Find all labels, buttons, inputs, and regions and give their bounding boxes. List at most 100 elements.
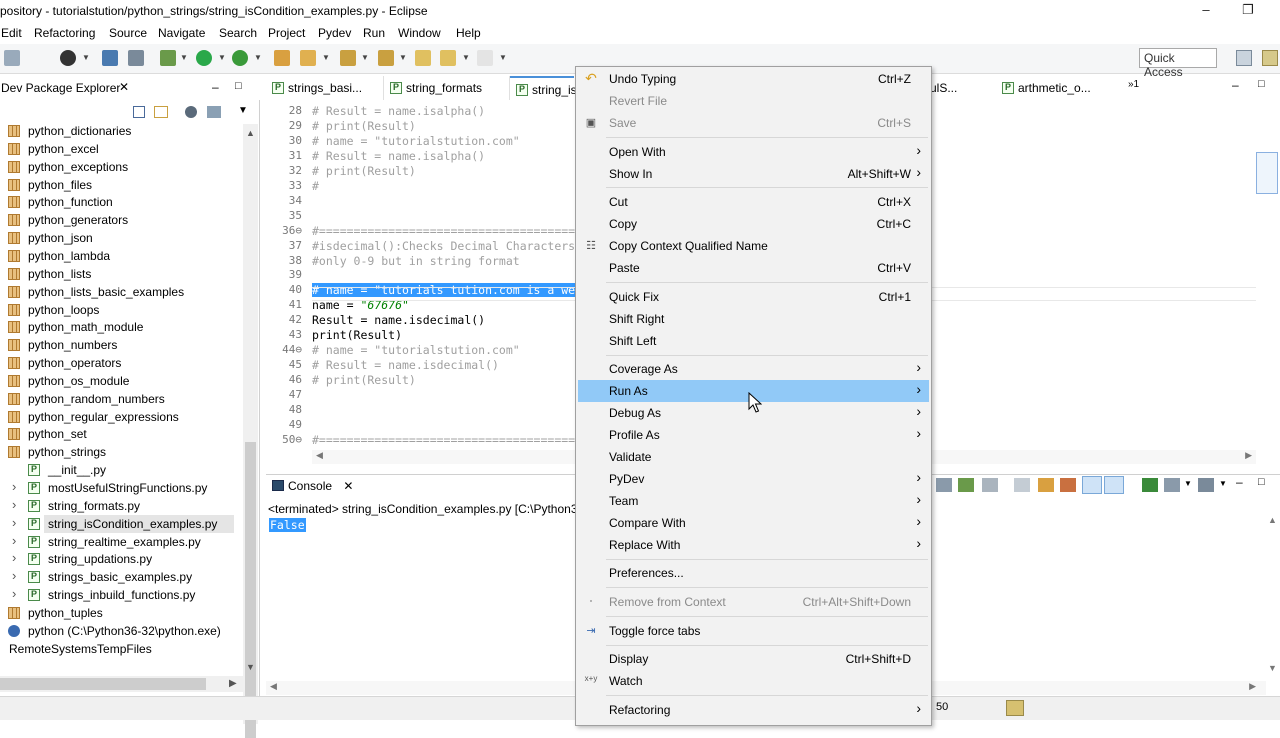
tree-item[interactable]: python_operators: [0, 354, 244, 372]
tree-item[interactable]: python_random_numbers: [0, 390, 244, 408]
menu-source[interactable]: Source: [109, 26, 147, 40]
tree-item[interactable]: › string_updations.py: [0, 550, 244, 568]
show-stderr-icon[interactable]: [1060, 478, 1076, 492]
restore-icon[interactable]: ❐: [1238, 2, 1258, 20]
code-line[interactable]: #only 0-9 but in string format: [312, 254, 520, 268]
chevron-down-icon[interactable]: ▼: [1219, 479, 1227, 488]
code-line[interactable]: #=======================================…: [312, 433, 610, 447]
tree-item[interactable]: python (C:\Python36-32\python.exe): [0, 622, 244, 640]
chevron-right-icon[interactable]: ›: [12, 568, 16, 583]
menu-item-paste[interactable]: Paste Ctrl+V: [578, 257, 929, 279]
scroll-up-icon[interactable]: ▲: [1268, 515, 1277, 525]
code-line[interactable]: #isdecimal():Checks Decimal Characters: [312, 239, 575, 253]
chevron-right-icon[interactable]: ›: [12, 533, 16, 548]
tree-item[interactable]: python_dictionaries: [0, 122, 244, 140]
package-icon[interactable]: [128, 50, 144, 66]
pin-console-icon[interactable]: [1104, 476, 1124, 494]
menu-item-shift-left[interactable]: Shift Left: [578, 330, 929, 352]
scroll-right-icon[interactable]: ▶: [1245, 450, 1252, 461]
menu-item-revert-file[interactable]: Revert File: [578, 90, 929, 112]
coverage-icon[interactable]: [232, 50, 248, 66]
scroll-right-icon[interactable]: ▶: [1249, 681, 1256, 692]
tree-item[interactable]: python_lists_basic_examples: [0, 283, 244, 301]
chevron-right-icon[interactable]: ›: [12, 479, 16, 494]
code-line[interactable]: # name = "tutorialstution.com": [312, 134, 520, 148]
chevron-right-icon[interactable]: ›: [12, 515, 16, 530]
last-edit-icon[interactable]: [415, 50, 431, 66]
chevron-down-icon[interactable]: ▼: [180, 53, 188, 62]
tab-string-iscondition[interactable]: string_is: [510, 76, 577, 100]
chevron-down-icon[interactable]: ▼: [399, 53, 407, 62]
link-editor-icon[interactable]: [154, 106, 168, 118]
menu-item-undo-typing[interactable]: ↶ Undo Typing Ctrl+Z: [578, 68, 929, 90]
pydev-icon[interactable]: [60, 50, 76, 66]
menu-item-shift-right[interactable]: Shift Right: [578, 308, 929, 330]
forward-icon[interactable]: [477, 50, 493, 66]
menu-item-pydev[interactable]: PyDev ›: [578, 468, 929, 490]
collapse-all-icon[interactable]: [133, 106, 145, 118]
minimize-view-icon[interactable]: –: [1236, 475, 1243, 489]
menu-item-preferences[interactable]: Preferences...: [578, 562, 929, 584]
code-line[interactable]: #=======================================…: [312, 224, 610, 238]
back-icon[interactable]: [440, 50, 456, 66]
menu-item-remove-from-context[interactable]: ‧ Remove from Context Ctrl+Alt+Shift+Down: [578, 591, 929, 613]
maximize-editor-icon[interactable]: □: [1258, 78, 1265, 90]
new-console-icon[interactable]: [1198, 478, 1214, 492]
chevron-right-icon[interactable]: ›: [12, 586, 16, 601]
prev-annotation-icon[interactable]: [378, 50, 394, 66]
pydev-perspective-icon[interactable]: [1262, 50, 1278, 66]
pencil-icon[interactable]: [300, 50, 316, 66]
chevron-right-icon[interactable]: ›: [12, 550, 16, 565]
terminal-icon[interactable]: [102, 50, 118, 66]
tree-item[interactable]: python_tuples: [0, 604, 244, 622]
chevron-down-icon[interactable]: ▼: [218, 53, 226, 62]
menu-item-copy[interactable]: Copy Ctrl+C: [578, 213, 929, 235]
minimize-view-icon[interactable]: –: [212, 80, 219, 94]
menu-item-show-in[interactable]: Show In Alt+Shift+W ›: [578, 163, 929, 185]
menu-navigate[interactable]: Navigate: [158, 26, 205, 40]
tree-item[interactable]: › mostUsefulStringFunctions.py: [0, 479, 244, 497]
menu-help[interactable]: Help: [456, 26, 481, 40]
menu-window[interactable]: Window: [398, 26, 441, 40]
word-wrap-icon[interactable]: [1082, 476, 1102, 494]
code-line[interactable]: Result = name.isdecimal(): [312, 313, 485, 327]
show-stdout-icon[interactable]: [1038, 478, 1054, 492]
tree-item[interactable]: python_function: [0, 193, 244, 211]
tree-item[interactable]: python_exceptions: [0, 158, 244, 176]
tree-item[interactable]: python_excel: [0, 140, 244, 158]
code-line[interactable]: # Result = name.isalpha(): [312, 104, 485, 118]
menu-item-coverage-as[interactable]: Coverage As ›: [578, 358, 929, 380]
menu-item-quick-fix[interactable]: Quick Fix Ctrl+1: [578, 286, 929, 308]
code-line[interactable]: # print(Result): [312, 164, 416, 178]
menu-pydev[interactable]: Pydev: [318, 26, 351, 40]
menu-edit[interactable]: Edit: [1, 26, 22, 40]
menu-item-compare-with[interactable]: Compare With ›: [578, 512, 929, 534]
console-tab[interactable]: Console ✕: [272, 479, 353, 493]
clear-console-icon[interactable]: [982, 478, 998, 492]
tree-item[interactable]: python_regular_expressions: [0, 408, 244, 426]
menu-refactoring[interactable]: Refactoring: [34, 26, 95, 40]
display-console-icon[interactable]: [1164, 478, 1180, 492]
chevron-right-icon[interactable]: ›: [12, 497, 16, 512]
chevron-down-icon[interactable]: ▼: [254, 53, 262, 62]
open-console-icon[interactable]: [1142, 478, 1158, 492]
tree-item[interactable]: python_set: [0, 425, 244, 443]
close-icon[interactable]: ✕: [119, 80, 129, 94]
code-line[interactable]: # print(Result): [312, 119, 416, 133]
scroll-right-icon[interactable]: ▶: [229, 678, 237, 689]
new-icon[interactable]: [4, 50, 20, 66]
menu-project[interactable]: Project: [268, 26, 305, 40]
chevron-down-icon[interactable]: ▼: [499, 53, 507, 62]
remove-launch-icon[interactable]: [936, 478, 952, 492]
tree-item[interactable]: python_generators: [0, 211, 244, 229]
code-line[interactable]: # Result = name.isalpha(): [312, 149, 485, 163]
menu-item-open-with[interactable]: Open With ›: [578, 141, 929, 163]
menu-item-copy-context-qualified-name[interactable]: ☷ Copy Context Qualified Name: [578, 235, 929, 257]
next-annotation-icon[interactable]: [340, 50, 356, 66]
tree-item[interactable]: python_files: [0, 176, 244, 194]
tab-arthmetic[interactable]: arthmetic_o...: [996, 76, 1122, 100]
overview-ruler[interactable]: [1256, 100, 1280, 452]
tree-item[interactable]: › strings_inbuild_functions.py: [0, 586, 244, 604]
tree-item[interactable]: › string_realtime_examples.py: [0, 533, 244, 551]
tree-item[interactable]: › string_isCondition_examples.py: [0, 514, 244, 533]
